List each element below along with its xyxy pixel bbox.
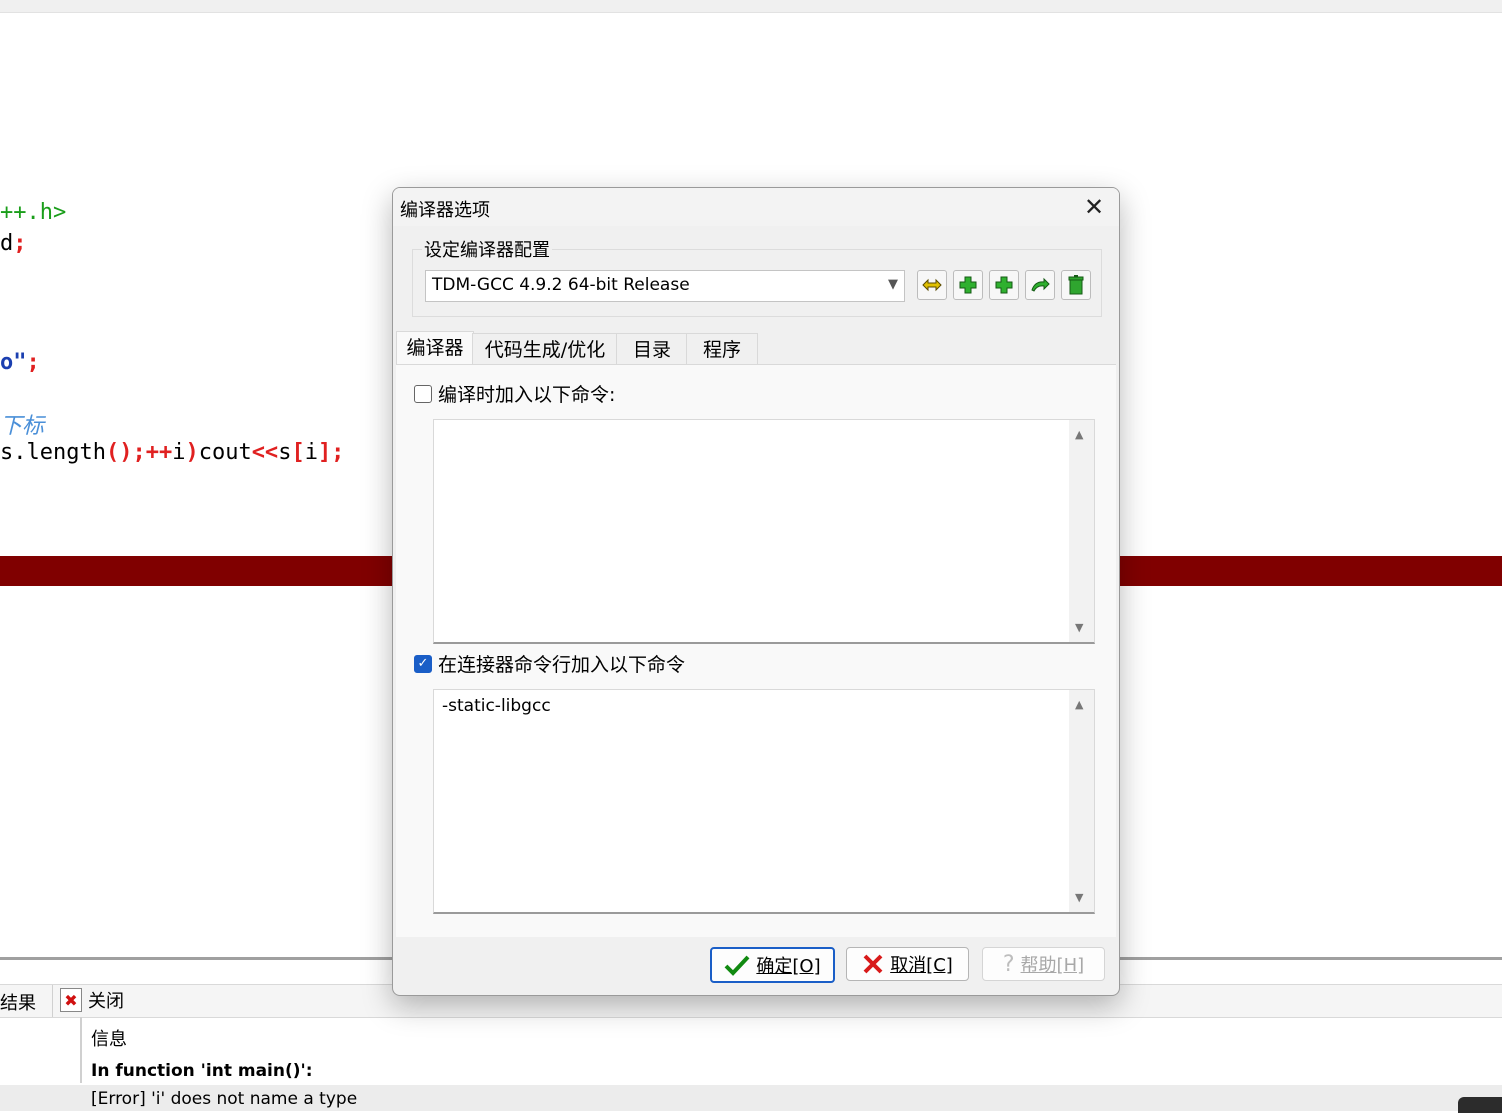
- code-token: i: [172, 440, 186, 465]
- help-question-icon: ?: [1002, 951, 1015, 977]
- code-line: d;: [0, 231, 27, 256]
- find-compilers-icon: [922, 278, 942, 292]
- delete-compiler-set-button[interactable]: [1061, 270, 1091, 300]
- add-compiler-set-folder-button[interactable]: [989, 270, 1019, 300]
- tab-page-compiler: 编译时加入以下命令: ▲ ▼ ✓ 在连接器命令行加入以下命令 -static-l…: [396, 364, 1116, 937]
- close-panel-button[interactable]: ✖ 关闭: [60, 987, 124, 1013]
- scroll-down-icon[interactable]: ▼: [1075, 621, 1083, 634]
- column-header-info[interactable]: 信息: [91, 1025, 127, 1051]
- rename-icon: [1031, 277, 1050, 292]
- add-plus-icon: [995, 276, 1013, 294]
- dialog-titlebar: 编译器选项 ✕: [393, 188, 1119, 226]
- compiler-messages: 信息 In function 'int main()': [Error] 'i'…: [0, 1017, 1502, 1111]
- code-token: [: [291, 440, 305, 465]
- tab-separator: [52, 985, 53, 1017]
- scrollbar[interactable]: ▲ ▼: [1069, 420, 1094, 642]
- linker-commands-checkbox[interactable]: ✓: [414, 654, 432, 673]
- code-line: o";: [0, 350, 40, 375]
- add-plus-icon: [959, 276, 977, 294]
- code-token: o": [0, 350, 27, 375]
- code-token: d: [0, 231, 14, 256]
- column-divider: [80, 1017, 82, 1083]
- compile-commands-label: 编译时加入以下命令:: [438, 384, 616, 406]
- scroll-up-icon[interactable]: ▲: [1075, 698, 1083, 711]
- add-compiler-set-button[interactable]: [953, 270, 983, 300]
- find-compilers-button[interactable]: [917, 270, 947, 300]
- code-token: ): [185, 440, 199, 465]
- tab-directories[interactable]: 目录: [616, 333, 688, 366]
- message-text: [Error] 'i' does not name a type: [91, 1089, 358, 1109]
- code-token: ;: [13, 231, 27, 256]
- scroll-down-icon[interactable]: ▼: [1075, 891, 1083, 904]
- message-row[interactable]: In function 'int main()':: [91, 1061, 313, 1081]
- compiler-options-dialog: 编译器选项 ✕ 设定编译器配置 TDM-GCC 4.9.2 64-bit Rel…: [392, 187, 1120, 996]
- code-token: cout: [198, 440, 252, 465]
- code-token: 下标: [0, 414, 45, 439]
- cancel-button[interactable]: 取消[C]: [846, 947, 969, 981]
- tab-compile-results[interactable]: 结果: [0, 989, 36, 1015]
- scroll-up-icon[interactable]: ▲: [1075, 428, 1083, 441]
- code-line: 下标: [0, 408, 44, 440]
- chevron-down-icon: ▼: [888, 277, 898, 292]
- code-token: <<: [251, 440, 279, 465]
- checkmark-icon: [724, 955, 750, 976]
- tab-programs[interactable]: 程序: [686, 333, 758, 366]
- ok-button[interactable]: 确定[O]: [710, 947, 835, 983]
- close-icon: ✖: [60, 988, 82, 1012]
- code-token: ;: [26, 350, 40, 375]
- close-button[interactable]: ✕: [1081, 194, 1107, 220]
- code-token: ++.h>: [0, 200, 67, 225]
- rename-compiler-set-button[interactable]: [1025, 270, 1055, 300]
- delete-trash-icon: [1068, 275, 1084, 295]
- tab-compiler[interactable]: 编译器: [396, 331, 474, 366]
- compile-commands-textarea[interactable]: ▲ ▼: [433, 419, 1095, 644]
- code-token: s: [278, 440, 292, 465]
- dialog-title: 编译器选项: [400, 200, 490, 221]
- scrollbar[interactable]: ▲ ▼: [1069, 690, 1094, 912]
- compiler-set-select[interactable]: TDM-GCC 4.9.2 64-bit Release ▼: [425, 270, 905, 302]
- linker-commands-label: 在连接器命令行加入以下命令: [438, 654, 686, 676]
- linker-commands-option[interactable]: ✓ 在连接器命令行加入以下命令: [414, 650, 685, 677]
- close-panel-label: 关闭: [88, 991, 124, 1012]
- tab-codegen[interactable]: 代码生成/优化: [472, 333, 618, 366]
- help-label: 帮助[H]: [1020, 955, 1085, 976]
- group-label: 设定编译器配置: [422, 236, 552, 262]
- cancel-label: 取消[C]: [890, 955, 953, 976]
- linker-commands-textarea[interactable]: -static-libgcc ▲ ▼: [433, 689, 1095, 914]
- code-token: ];: [317, 440, 345, 465]
- code-line: ++.h>: [0, 200, 66, 225]
- close-icon: ✕: [1083, 193, 1105, 221]
- ok-label: 确定[O]: [756, 956, 821, 977]
- linker-commands-value: -static-libgcc: [442, 696, 551, 716]
- code-token: s.length: [0, 440, 106, 465]
- code-line: s.length();++i)cout<<s[i];: [0, 440, 344, 465]
- code-token: ();++: [105, 440, 173, 465]
- compile-commands-option[interactable]: 编译时加入以下命令:: [414, 380, 615, 407]
- cancel-x-icon: [863, 954, 883, 974]
- help-button[interactable]: ? 帮助[H]: [982, 947, 1105, 981]
- compile-commands-checkbox[interactable]: [414, 384, 432, 403]
- compiler-set-value: TDM-GCC 4.9.2 64-bit Release: [432, 275, 690, 295]
- code-token: i: [304, 440, 318, 465]
- message-row-selected[interactable]: [Error] 'i' does not name a type: [0, 1085, 1502, 1111]
